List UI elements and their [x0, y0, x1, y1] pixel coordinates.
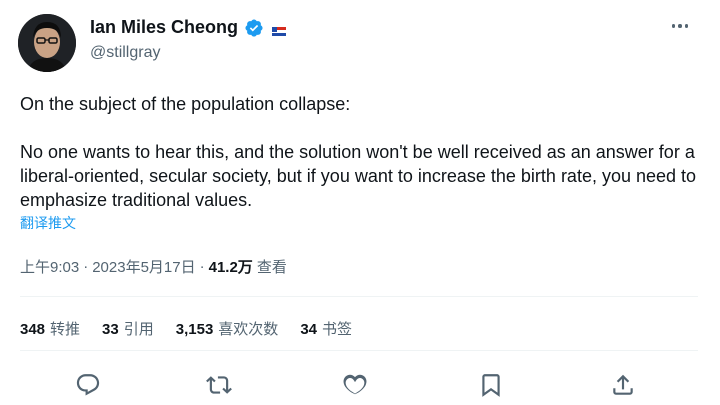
- heart-icon[interactable]: [342, 372, 368, 398]
- author-name-row: Ian Miles Cheong: [90, 17, 287, 38]
- views-count: 41.2万: [208, 259, 253, 276]
- flag-icon: [272, 23, 287, 36]
- views-label: 查看: [256, 259, 287, 276]
- tweet-paragraph-1: On the subject of the population collaps…: [20, 94, 351, 114]
- divider: [20, 350, 698, 351]
- quotes-label: 引用: [123, 321, 154, 338]
- retweets-stat[interactable]: 348 转推: [20, 318, 80, 339]
- translate-tweet-link[interactable]: 翻译推文: [20, 213, 76, 233]
- bookmarks-count: 34: [300, 321, 317, 338]
- bookmarks-label: 书签: [322, 321, 353, 338]
- verified-badge-icon: [244, 18, 264, 38]
- divider: [20, 296, 698, 297]
- action-bar: [0, 372, 720, 400]
- author-handle[interactable]: @stillgray: [90, 44, 160, 62]
- likes-label: 喜欢次数: [218, 321, 279, 338]
- engagement-stats: 348 转推 33 引用 3,153 喜欢次数 34 书签: [20, 318, 352, 339]
- avatar[interactable]: [18, 14, 76, 72]
- bookmarks-stat[interactable]: 34 书签: [300, 318, 352, 339]
- bookmark-icon[interactable]: [478, 372, 504, 398]
- likes-count: 3,153: [175, 321, 214, 338]
- more-icon[interactable]: [668, 18, 692, 34]
- retweets-label: 转推: [50, 321, 81, 338]
- tweet-card: Ian Miles Cheong @stillgray On the subje…: [0, 0, 720, 405]
- likes-stat[interactable]: 3,153 喜欢次数: [176, 318, 279, 339]
- reply-icon[interactable]: [75, 372, 101, 398]
- meta-separator: ·: [199, 258, 205, 275]
- retweets-count: 348: [20, 321, 46, 338]
- share-icon[interactable]: [610, 372, 636, 398]
- tweet-paragraph-2: No one wants to hear this, and the solut…: [20, 142, 697, 210]
- tweet-date[interactable]: 2023年5月17日: [92, 256, 195, 277]
- tweet-time[interactable]: 上午9:03: [20, 256, 79, 277]
- author-display-name[interactable]: Ian Miles Cheong: [90, 17, 238, 38]
- quotes-stat[interactable]: 33 引用: [102, 318, 154, 339]
- retweet-icon[interactable]: [206, 372, 232, 398]
- quotes-count: 33: [102, 321, 119, 338]
- tweet-meta: 上午9:03 · 2023年5月17日 · 41.2万 查看: [20, 256, 287, 277]
- meta-separator: ·: [83, 258, 89, 275]
